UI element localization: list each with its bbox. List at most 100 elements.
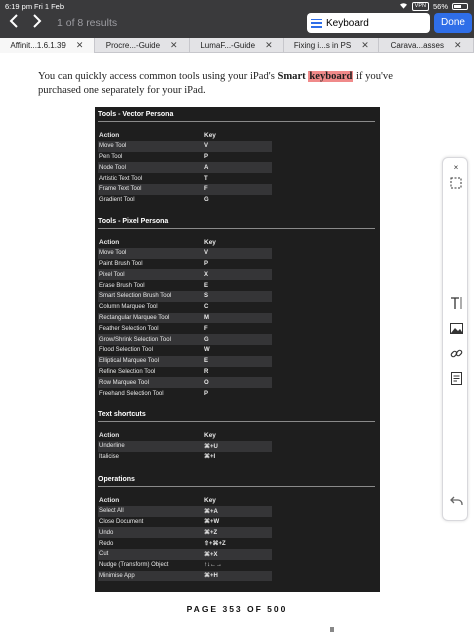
chevron-right-icon[interactable]	[28, 14, 46, 32]
action-cell: Redo	[99, 540, 114, 547]
action-cell: Column Marquee Tool	[99, 304, 158, 311]
vpn-badge: VPN	[411, 2, 429, 11]
header-action: Action	[99, 131, 120, 139]
done-button[interactable]: Done	[434, 13, 472, 33]
action-cell: Cut	[99, 551, 109, 558]
action-cell: Smart Selection Brush Tool	[99, 293, 172, 300]
table-row: Undo ⌘+Z	[98, 527, 272, 539]
close-icon[interactable]: ✕	[361, 40, 369, 51]
table-row: Paint Brush Tool P	[98, 259, 375, 270]
table-header: Action Key	[98, 495, 375, 506]
note-icon[interactable]	[448, 370, 464, 386]
intro-paragraph: You can quickly access common tools usin…	[38, 71, 393, 96]
search-field[interactable]	[307, 13, 430, 33]
table-row: Grow/Shrink Selection Tool G	[98, 334, 272, 345]
action-cell: Pixel Tool	[99, 271, 125, 278]
close-icon[interactable]: ✕	[454, 40, 462, 51]
table-row: Italicise ⌘+I	[98, 452, 375, 463]
document-tabs: Affinit...1.6.1.39 ✕ Procre...-Guide ✕ Lum…	[0, 38, 474, 53]
action-cell: Erase Brush Tool	[99, 282, 145, 289]
section-title: Operations	[98, 476, 375, 487]
table-header: Action Key	[98, 430, 375, 441]
key-cell: ⇧+⌘+Z	[204, 541, 226, 548]
key-cell: F	[204, 325, 208, 332]
key-cell: P	[204, 390, 209, 397]
key-cell: P	[204, 153, 209, 160]
action-cell: Refine Selection Tool	[99, 368, 156, 375]
key-cell: R	[204, 368, 209, 375]
table-row: Artistic Text Tool T	[98, 173, 375, 184]
key-cell: T	[204, 175, 208, 182]
table-row: Erase Brush Tool E	[98, 280, 375, 291]
shortcut-table: Tools - Vector Persona Action Key Move Tool…	[95, 107, 380, 592]
close-icon[interactable]: ✕	[265, 40, 273, 51]
key-cell: ⌘+Z	[204, 530, 218, 537]
action-cell: Gradient Tool	[99, 197, 135, 204]
action-cell: Move Tool	[99, 143, 127, 150]
action-cell: Elliptical Marquee Tool	[99, 358, 159, 365]
table-row: Node Tool A	[98, 162, 272, 174]
marquee-select-icon[interactable]	[448, 175, 464, 191]
status-date: Fri 1 Feb	[34, 2, 65, 11]
battery-percent: 56%	[432, 2, 448, 11]
tab-3[interactable]: Fixing i...s in PS ✕	[284, 38, 380, 53]
header-key: Key	[204, 431, 216, 439]
chevron-left-icon[interactable]	[5, 14, 23, 32]
table-row: Frame Text Tool F	[98, 183, 272, 195]
table-row: Underline ⌘+U	[98, 440, 272, 452]
header-key: Key	[204, 238, 216, 246]
key-cell: X	[204, 271, 209, 278]
action-cell: Nudge (Transform) Object	[99, 562, 169, 569]
list-icon[interactable]	[311, 18, 322, 28]
section-title: Text shortcuts	[98, 411, 375, 422]
key-cell: ↑↓←→	[204, 562, 222, 569]
key-cell: S	[204, 293, 209, 300]
image-icon[interactable]	[448, 320, 464, 336]
key-cell: E	[204, 358, 209, 365]
text-tool-icon[interactable]	[448, 295, 464, 311]
table-row: Refine Selection Tool R	[98, 367, 375, 378]
table-row: Column Marquee Tool C	[98, 302, 375, 313]
action-cell: Feather Selection Tool	[99, 325, 159, 332]
action-cell: Row Marquee Tool	[99, 379, 149, 386]
top-toolbar: 6:19 pm Fri 1 Feb VPN 56% 1 of 8 results…	[0, 0, 474, 38]
close-icon[interactable]: ✕	[76, 40, 84, 51]
table-row: Redo ⇧+⌘+Z	[98, 538, 375, 549]
action-cell: Select All	[99, 508, 124, 515]
wifi-icon	[399, 2, 408, 11]
search-input[interactable]	[326, 17, 426, 29]
table-header: Action Key	[98, 237, 375, 248]
tab-1[interactable]: Procre...-Guide ✕	[95, 38, 190, 53]
header-action: Action	[99, 431, 120, 439]
action-cell: Minimise App	[99, 572, 135, 579]
table-row: Smart Selection Brush Tool S	[98, 290, 272, 302]
key-cell: ⌘+W	[204, 519, 220, 526]
key-cell: V	[204, 250, 209, 257]
table-row: Minimise App ⌘+H	[98, 570, 272, 582]
status-right: VPN 56%	[399, 2, 468, 11]
table-header: Action Key	[98, 130, 375, 141]
tab-2[interactable]: LumaF...-Guide ✕	[190, 38, 285, 53]
table-row: Move Tool V	[98, 247, 272, 259]
section-vector: Tools - Vector Persona Action Key Move Tool…	[98, 111, 375, 206]
page-number: PAGE 353 OF 500	[186, 604, 288, 614]
scroll-indicator[interactable]	[330, 627, 334, 632]
action-cell: Close Document	[99, 518, 144, 525]
header-key: Key	[204, 131, 216, 139]
close-icon[interactable]: ✕	[170, 40, 178, 51]
undo-icon[interactable]	[448, 493, 464, 509]
table-row: Freehand Selection Tool P	[98, 388, 375, 399]
action-cell: Frame Text Tool	[99, 186, 142, 193]
header-key: Key	[204, 496, 216, 504]
table-row: Gradient Tool G	[98, 195, 375, 206]
tab-4[interactable]: Carava...asses ✕	[379, 38, 474, 53]
table-row: Close Document ⌘+W	[98, 517, 375, 528]
header-action: Action	[99, 496, 120, 504]
key-cell: G	[204, 197, 209, 204]
table-row: Row Marquee Tool O	[98, 377, 272, 389]
table-row: Rectangular Marquee Tool M	[98, 312, 272, 324]
action-cell: Paint Brush Tool	[99, 260, 143, 267]
close-icon[interactable]: ×	[448, 159, 464, 175]
tab-0[interactable]: Affinit...1.6.1.39 ✕	[0, 38, 95, 53]
link-icon[interactable]	[448, 345, 464, 361]
